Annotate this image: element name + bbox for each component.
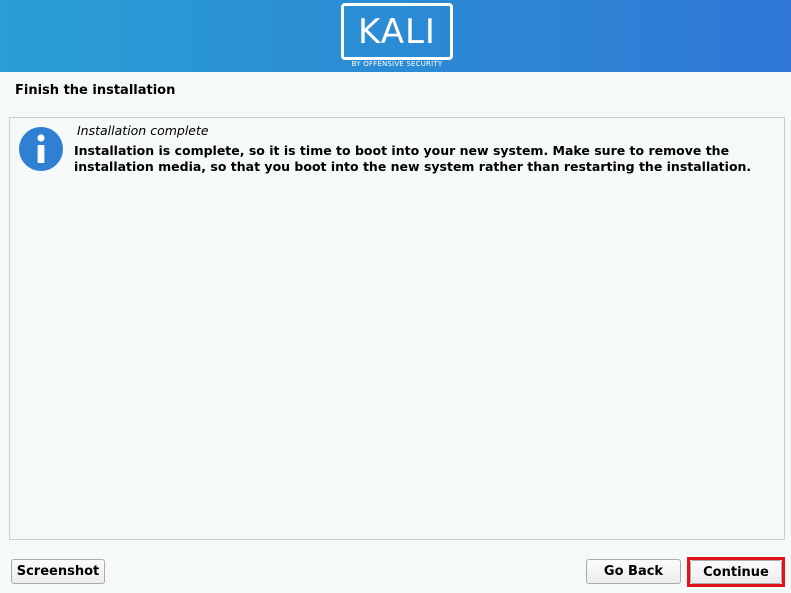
logo-subtitle: BY OFFENSIVE SECURITY	[351, 60, 443, 68]
info-icon	[19, 127, 63, 171]
message-heading: Installation complete	[77, 123, 209, 138]
content-panel	[9, 117, 785, 540]
page-title: Finish the installation	[15, 83, 176, 98]
logo-text: KALI	[358, 12, 436, 52]
header-banner: KALI BY OFFENSIVE SECURITY	[0, 0, 791, 72]
logo-frame: KALI	[341, 3, 453, 60]
screenshot-button[interactable]: Screenshot	[11, 559, 105, 584]
go-back-button[interactable]: Go Back	[586, 559, 681, 584]
continue-button[interactable]: Continue	[690, 560, 782, 584]
kali-logo: KALI BY OFFENSIVE SECURITY	[341, 3, 453, 69]
message-body: Installation is complete, so it is time …	[74, 143, 752, 174]
